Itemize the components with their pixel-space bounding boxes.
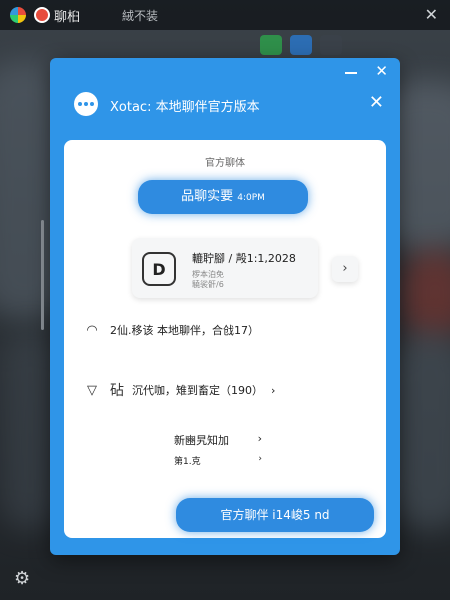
dialog-window: ✕ Xotac: 本地聊伴官方版本 ✕ 官方聊体 品聊实要 4:0PM D 轆聍… — [50, 58, 400, 555]
scrollbar[interactable] — [41, 220, 44, 330]
row2-icon-label: 砧 — [110, 383, 124, 399]
link-item[interactable]: 新豳旯知加 › — [174, 432, 262, 448]
account-badge-icon: D — [142, 252, 176, 286]
account-sub-line1: 椤本泊免 — [192, 270, 224, 279]
highlight-button[interactable]: 品聊实要 4:0PM — [138, 180, 308, 214]
info-row-settings[interactable]: ▽ 砧 沉代咖，雉到畜定（190） › — [82, 380, 275, 400]
connection-text: 2仙.移该 本地聊伴，合戗17） — [110, 324, 259, 337]
funnel-icon: ▽ — [87, 382, 97, 398]
app-title: 聊桕 — [54, 9, 81, 25]
primary-button[interactable]: 官方聊伴 i14峻5 nd — [176, 498, 374, 532]
window-controls: ✕ — [345, 62, 388, 80]
link-label: 新豳旯知加 — [174, 434, 229, 447]
content-card: 官方聊体 品聊实要 4:0PM D 轆聍腳 / 殸1:1,2028 椤本泊免 驍… — [64, 140, 386, 538]
chat-logo-icon — [74, 92, 98, 116]
minimize-icon[interactable] — [345, 72, 358, 74]
status-text: 絨不装 — [122, 8, 159, 23]
close-icon[interactable]: ✕ — [425, 5, 438, 24]
dialog-close-icon[interactable]: ✕ — [369, 92, 384, 113]
toolbar-strip — [260, 32, 400, 58]
highlight-time: 4:0PM — [237, 193, 265, 203]
highlight-label: 品聊实要 — [181, 189, 234, 204]
account-name: 轆聍腳 / 殸1:1,2028 — [192, 252, 296, 265]
chevron-right-icon: › — [257, 432, 262, 445]
settings-text: 沉代咖，雉到畜定（190） — [132, 384, 263, 397]
chevron-right-icon: › — [258, 454, 262, 464]
card-caption: 官方聊体 — [205, 158, 245, 169]
wifi-icon: ◠ — [86, 322, 98, 338]
app-icon[interactable] — [34, 7, 50, 23]
link-item[interactable]: 第1.克 › — [174, 454, 262, 467]
gear-icon[interactable]: ⚙ — [14, 568, 30, 589]
resize-icon[interactable] — [320, 35, 342, 55]
chevron-right-icon[interactable]: › — [332, 256, 358, 282]
chevron-right-icon: › — [271, 383, 276, 397]
dialog-title: Xotac: 本地聊伴官方版本 — [110, 100, 260, 115]
chrome-icon[interactable] — [10, 7, 26, 23]
top-bar: 聊桕 絨不装 ✕ — [0, 0, 450, 30]
link-list: 新豳旯知加 › 第1.克 › — [174, 432, 262, 473]
info-row-connection[interactable]: ◠ 2仙.移该 本地聊伴，合戗17） — [82, 322, 259, 338]
account-sub-line2: 驍裟骭/6 — [192, 280, 224, 289]
account-sub: 椤本泊免 驍裟骭/6 — [192, 270, 224, 290]
close-window-icon[interactable]: ✕ — [375, 62, 388, 80]
account-card[interactable]: D 轆聍腳 / 殸1:1,2028 椤本泊免 驍裟骭/6 — [132, 238, 318, 298]
green-app-icon[interactable] — [260, 35, 282, 55]
link-label: 第1.克 — [174, 457, 201, 467]
blue-app-icon[interactable] — [290, 35, 312, 55]
